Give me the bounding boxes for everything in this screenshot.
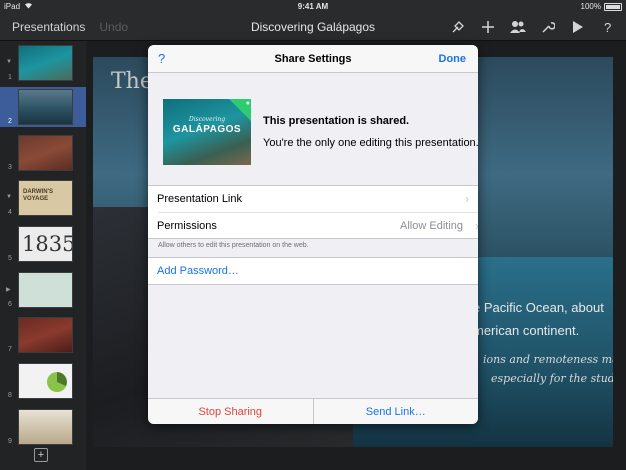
- popover-footer: Stop Sharing Send Link…: [148, 398, 478, 424]
- slide-2-preview: [18, 89, 73, 125]
- permissions-label: Permissions: [157, 220, 217, 232]
- slide-1-preview: [18, 45, 73, 81]
- presentation-link-label: Presentation Link: [157, 193, 242, 205]
- link-permissions-group: Presentation Link › Permissions Allow Ed…: [148, 185, 478, 239]
- expand-triangle-icon[interactable]: ▶: [6, 286, 11, 293]
- battery-icon: [604, 2, 622, 11]
- collaborator-icon: ●: [245, 100, 250, 107]
- status-bar: iPad 9:41 AM 100%: [0, 0, 626, 13]
- permissions-row[interactable]: Permissions Allow Editing ›: [157, 212, 478, 238]
- add-slide-button[interactable]: +: [34, 448, 48, 462]
- permissions-value: Allow Editing: [400, 220, 463, 232]
- chevron-right-icon: ›: [465, 192, 469, 206]
- slide-thumbnail-1[interactable]: ▼ 1: [0, 43, 86, 83]
- permissions-footnote: Allow others to edit this presentation o…: [158, 242, 309, 249]
- thumbnail-title: GALÁPAGOS: [172, 124, 242, 135]
- slide-3-preview: [18, 135, 73, 171]
- collapse-triangle-icon[interactable]: ▼: [6, 59, 12, 65]
- slide-thumbnail-5[interactable]: 1835 5: [0, 224, 86, 264]
- plus-icon[interactable]: [478, 17, 498, 37]
- chevron-right-icon: ›: [475, 219, 478, 233]
- slide-navigator: ▼ 1 2 3 ▼ DARWIN'S VOYAGE 4 1835 5 ▶ 6 7…: [0, 41, 86, 470]
- slide-body-line-1: e Pacific Ocean, about: [473, 300, 604, 315]
- slide-thumbnail-3[interactable]: 3: [0, 133, 86, 173]
- slide-thumbnail-7[interactable]: 7: [0, 315, 86, 355]
- share-status: This presentation is shared.: [263, 115, 410, 127]
- slide-thumbnail-6[interactable]: ▶ 6: [0, 270, 86, 310]
- battery-percent: 100%: [580, 2, 601, 11]
- slide-thumbnail-2[interactable]: 2: [0, 87, 86, 127]
- collaborate-icon[interactable]: [508, 17, 528, 37]
- slide-italic-line-1: ions and remoteness make: [483, 353, 613, 366]
- presentations-button[interactable]: Presentations: [12, 20, 85, 34]
- presentation-link-row[interactable]: Presentation Link ›: [148, 186, 478, 212]
- share-sub-status: You're the only one editing this present…: [263, 137, 478, 149]
- slide-italic-line-2: especially for the study: [491, 372, 613, 385]
- password-group: Add Password…: [148, 257, 478, 285]
- help-icon[interactable]: ?: [598, 17, 618, 37]
- add-password-button[interactable]: Add Password…: [157, 265, 239, 277]
- wrench-icon[interactable]: [538, 17, 558, 37]
- popover-header: ? Share Settings Done: [148, 45, 478, 73]
- play-icon[interactable]: [568, 17, 588, 37]
- undo-button[interactable]: Undo: [99, 20, 128, 34]
- share-settings-popover: ? Share Settings Done Discovering GALÁPA…: [148, 45, 478, 424]
- collapse-triangle-icon[interactable]: ▼: [6, 194, 12, 200]
- status-time: 9:41 AM: [297, 2, 329, 11]
- slide-6-preview: [18, 272, 73, 308]
- slide-4-preview: DARWIN'S VOYAGE: [18, 180, 73, 216]
- presentation-thumbnail: Discovering GALÁPAGOS ●: [163, 99, 251, 165]
- add-password-row[interactable]: Add Password…: [148, 258, 478, 284]
- popover-title: Share Settings: [274, 53, 352, 65]
- slide-7-preview: [18, 317, 73, 353]
- slide-thumbnail-8[interactable]: 8: [0, 361, 86, 401]
- send-link-button[interactable]: Send Link…: [314, 399, 479, 424]
- stop-sharing-button[interactable]: Stop Sharing: [148, 399, 314, 424]
- slide-9-preview: [18, 409, 73, 445]
- format-brush-icon[interactable]: [448, 17, 468, 37]
- slide-thumbnail-9[interactable]: 9: [0, 407, 86, 447]
- slide-title: The: [111, 69, 153, 94]
- slide-body-line-2: merican continent.: [473, 323, 580, 338]
- slide-5-preview: 1835: [18, 226, 73, 262]
- slide-thumbnail-4[interactable]: ▼ DARWIN'S VOYAGE 4: [0, 178, 86, 218]
- toolbar: Presentations Undo Discovering Galápagos…: [0, 13, 626, 41]
- svg-text:?: ?: [604, 20, 611, 34]
- done-button[interactable]: Done: [439, 53, 467, 65]
- slide-8-preview: [18, 363, 73, 399]
